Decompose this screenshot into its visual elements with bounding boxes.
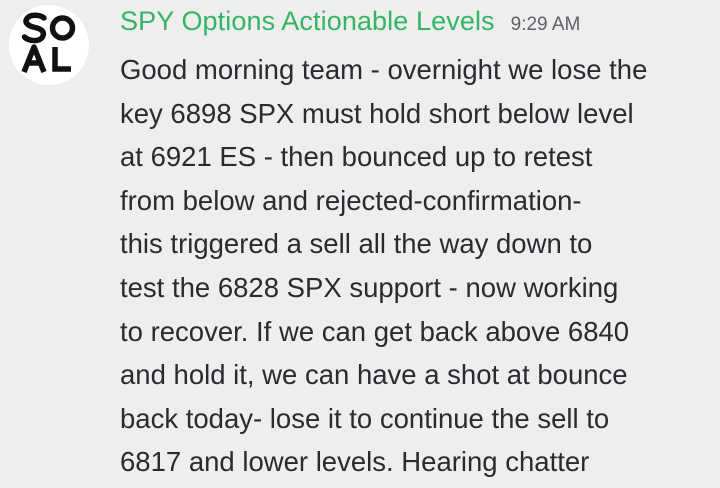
message-line: test the 6828 SPX support - now working (120, 271, 619, 303)
username[interactable]: SPY Options Actionable Levels (120, 6, 495, 37)
avatar[interactable] (9, 5, 89, 85)
message-line: and hold it, we can have a shot at bounc… (120, 359, 628, 391)
chat-message: SPY Options Actionable Levels 9:29 AM Go… (0, 0, 720, 488)
message-content: Good morning team - overnight we lose th… (120, 48, 700, 484)
message-header: SPY Options Actionable Levels 9:29 AM (120, 6, 580, 42)
message-line: to recover. If we can get back above 684… (120, 315, 630, 347)
timestamp: 9:29 AM (510, 14, 581, 35)
message-line: 6817 and lower levels. Hearing chatter (120, 446, 590, 478)
message-line: at 6921 ES - then bounced up to retest (120, 141, 593, 173)
message-line: this triggered a sell all the way down t… (120, 228, 593, 260)
message-line: Good morning team - overnight we lose th… (120, 54, 648, 85)
message-line: from below and rejected-confirmation- (120, 184, 582, 216)
message-line: key 6898 SPX must hold short below level (120, 97, 634, 129)
soal-logo-icon (21, 12, 76, 74)
message-line: back today- lose it to continue the sell… (120, 402, 610, 434)
